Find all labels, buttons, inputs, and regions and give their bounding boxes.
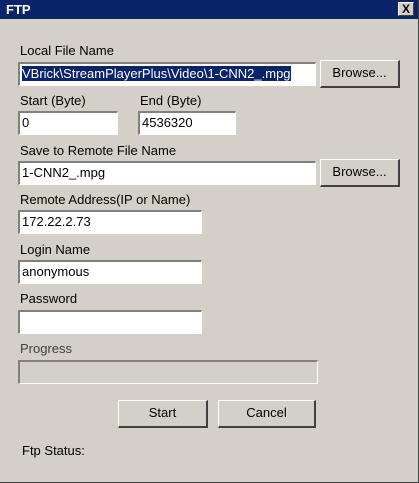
start-byte-input[interactable]: 0 <box>18 111 118 135</box>
end-byte-label: End (Byte) <box>140 93 202 108</box>
ftp-dialog: FTP X Local File Name VBrick\StreamPlaye… <box>0 0 419 483</box>
local-browse-button[interactable]: Browse... <box>320 60 400 88</box>
window-title: FTP <box>6 2 31 17</box>
remote-address-input[interactable]: 172.22.2.73 <box>18 210 202 234</box>
cancel-button[interactable]: Cancel <box>218 400 316 428</box>
local-file-label: Local File Name <box>20 43 114 58</box>
ftp-status-label: Ftp Status: <box>22 443 85 458</box>
close-button[interactable]: X <box>398 2 414 16</box>
password-label: Password <box>20 291 78 306</box>
login-name-label: Login Name <box>20 242 91 257</box>
login-name-input[interactable]: anonymous <box>18 260 202 284</box>
title-bar[interactable]: FTP X <box>0 0 418 19</box>
remote-browse-button[interactable]: Browse... <box>320 159 400 187</box>
start-byte-label: Start (Byte) <box>20 93 86 108</box>
remote-file-input[interactable]: 1-CNN2_.mpg <box>18 161 316 185</box>
end-byte-input[interactable]: 4536320 <box>138 111 236 135</box>
progress-bar <box>18 360 318 384</box>
local-file-value: VBrick\StreamPlayerPlus\Video\1-CNN2_.mp… <box>22 66 291 81</box>
start-button[interactable]: Start <box>118 400 208 428</box>
progress-label: Progress <box>20 341 73 356</box>
password-input[interactable] <box>18 310 202 334</box>
remote-address-label: Remote Address(IP or Name) <box>20 192 191 207</box>
local-file-input[interactable]: VBrick\StreamPlayerPlus\Video\1-CNN2_.mp… <box>18 62 316 86</box>
remote-file-label: Save to Remote File Name <box>20 143 177 158</box>
